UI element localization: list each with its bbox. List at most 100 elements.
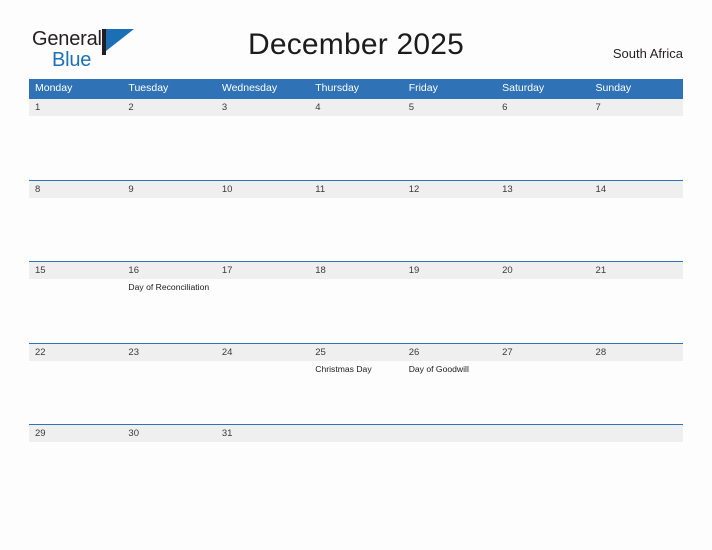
day-number[interactable]: 31 <box>216 425 309 442</box>
calendar-week-row: 29 30 31 <box>29 424 683 506</box>
day-cell[interactable] <box>122 198 215 261</box>
day-number[interactable]: 13 <box>496 181 589 198</box>
day-number[interactable]: 8 <box>29 181 122 198</box>
day-cell[interactable] <box>216 442 309 505</box>
day-number[interactable]: 12 <box>403 181 496 198</box>
day-cell <box>403 442 496 505</box>
day-cell[interactable] <box>29 279 122 342</box>
week-date-band: 22 23 24 25 26 27 28 <box>29 343 683 361</box>
day-number[interactable]: 21 <box>590 262 683 279</box>
day-cell[interactable] <box>122 361 215 424</box>
day-cell[interactable]: Christmas Day <box>309 361 402 424</box>
calendar-week-row: 22 23 24 25 26 27 28 Christmas Day Day o… <box>29 342 683 425</box>
day-cell[interactable] <box>590 198 683 261</box>
week-date-band: 15 16 17 18 19 20 21 <box>29 262 683 279</box>
week-body-row <box>29 116 683 179</box>
day-number[interactable]: 19 <box>403 262 496 279</box>
day-number[interactable]: 18 <box>309 262 402 279</box>
weekday-header-friday: Friday <box>408 82 438 94</box>
day-cell[interactable] <box>122 442 215 505</box>
day-number[interactable]: 24 <box>216 344 309 361</box>
weekday-header-thursday: Thursday <box>315 82 360 94</box>
day-number[interactable]: 20 <box>496 262 589 279</box>
day-cell[interactable] <box>309 116 402 179</box>
day-number[interactable]: 23 <box>122 344 215 361</box>
day-number[interactable]: 11 <box>309 181 402 198</box>
day-number[interactable]: 2 <box>122 99 215 116</box>
day-number[interactable]: 27 <box>496 344 589 361</box>
day-number[interactable]: 6 <box>496 99 589 116</box>
day-cell[interactable] <box>403 198 496 261</box>
day-cell[interactable] <box>216 116 309 179</box>
day-number <box>590 425 683 442</box>
calendar-week-row: 15 16 17 18 19 20 21 Day of Reconciliati… <box>29 261 683 343</box>
weekday-header-row: Monday Tuesday Wednesday Thursday Friday… <box>29 79 683 98</box>
week-body-row: Day of Reconciliation <box>29 279 683 342</box>
week-body-row <box>29 442 683 505</box>
weekday-header-saturday: Saturday <box>502 82 545 94</box>
calendar-grid: Monday Tuesday Wednesday Thursday Friday… <box>29 79 683 506</box>
day-number[interactable]: 26 <box>403 344 496 361</box>
day-cell[interactable] <box>29 361 122 424</box>
day-number[interactable]: 3 <box>216 99 309 116</box>
weekday-header-tuesday: Tuesday <box>128 82 169 94</box>
day-cell[interactable] <box>122 116 215 179</box>
day-cell[interactable] <box>496 116 589 179</box>
day-cell[interactable] <box>29 442 122 505</box>
week-date-band: 1 2 3 4 5 6 7 <box>29 99 683 116</box>
day-number[interactable]: 10 <box>216 181 309 198</box>
day-number <box>496 425 589 442</box>
day-cell[interactable] <box>590 279 683 342</box>
weekday-header-sunday: Sunday <box>595 82 632 94</box>
week-date-band: 29 30 31 <box>29 425 683 442</box>
day-cell[interactable] <box>590 116 683 179</box>
day-number[interactable]: 16 <box>122 262 215 279</box>
day-cell[interactable] <box>29 116 122 179</box>
day-event: Day of Reconciliation <box>128 282 210 292</box>
calendar-week-row: 8 9 10 11 12 13 14 <box>29 179 683 262</box>
page-header: General Blue December 2025 South Africa <box>0 0 712 76</box>
day-cell[interactable] <box>403 279 496 342</box>
day-cell[interactable] <box>216 198 309 261</box>
day-number[interactable]: 5 <box>403 99 496 116</box>
day-number[interactable]: 30 <box>122 425 215 442</box>
day-cell[interactable] <box>216 361 309 424</box>
day-cell[interactable]: Day of Reconciliation <box>122 279 215 342</box>
day-cell[interactable] <box>216 279 309 342</box>
region-label: South Africa <box>612 46 683 61</box>
day-cell <box>590 442 683 505</box>
day-number[interactable]: 15 <box>29 262 122 279</box>
week-date-band: 8 9 10 11 12 13 14 <box>29 180 683 198</box>
day-cell[interactable] <box>309 279 402 342</box>
day-number[interactable]: 29 <box>29 425 122 442</box>
day-number <box>403 425 496 442</box>
day-number[interactable]: 9 <box>122 181 215 198</box>
day-number[interactable]: 28 <box>590 344 683 361</box>
day-cell <box>496 442 589 505</box>
week-body-row: Christmas Day Day of Goodwill <box>29 360 683 424</box>
day-cell[interactable] <box>29 198 122 261</box>
day-number <box>309 425 402 442</box>
weekday-header-monday: Monday <box>35 82 73 94</box>
calendar-week-row: 1 2 3 4 5 6 7 <box>29 98 683 180</box>
day-cell[interactable] <box>496 198 589 261</box>
day-cell[interactable] <box>309 198 402 261</box>
day-cell[interactable] <box>496 361 589 424</box>
day-cell[interactable] <box>496 279 589 342</box>
day-number[interactable]: 7 <box>590 99 683 116</box>
day-number[interactable]: 25 <box>309 344 402 361</box>
day-number[interactable]: 1 <box>29 99 122 116</box>
week-body-row <box>29 197 683 261</box>
weekday-header-wednesday: Wednesday <box>221 82 278 94</box>
day-number[interactable]: 17 <box>216 262 309 279</box>
day-cell[interactable] <box>403 116 496 179</box>
day-number[interactable]: 14 <box>590 181 683 198</box>
calendar-page: General Blue December 2025 South Africa … <box>0 0 712 550</box>
day-number[interactable]: 22 <box>29 344 122 361</box>
day-cell[interactable] <box>590 361 683 424</box>
day-number[interactable]: 4 <box>309 99 402 116</box>
day-cell <box>309 442 402 505</box>
day-cell[interactable]: Day of Goodwill <box>403 361 496 424</box>
page-title: December 2025 <box>247 28 465 61</box>
day-event: Christmas Day <box>315 363 372 374</box>
